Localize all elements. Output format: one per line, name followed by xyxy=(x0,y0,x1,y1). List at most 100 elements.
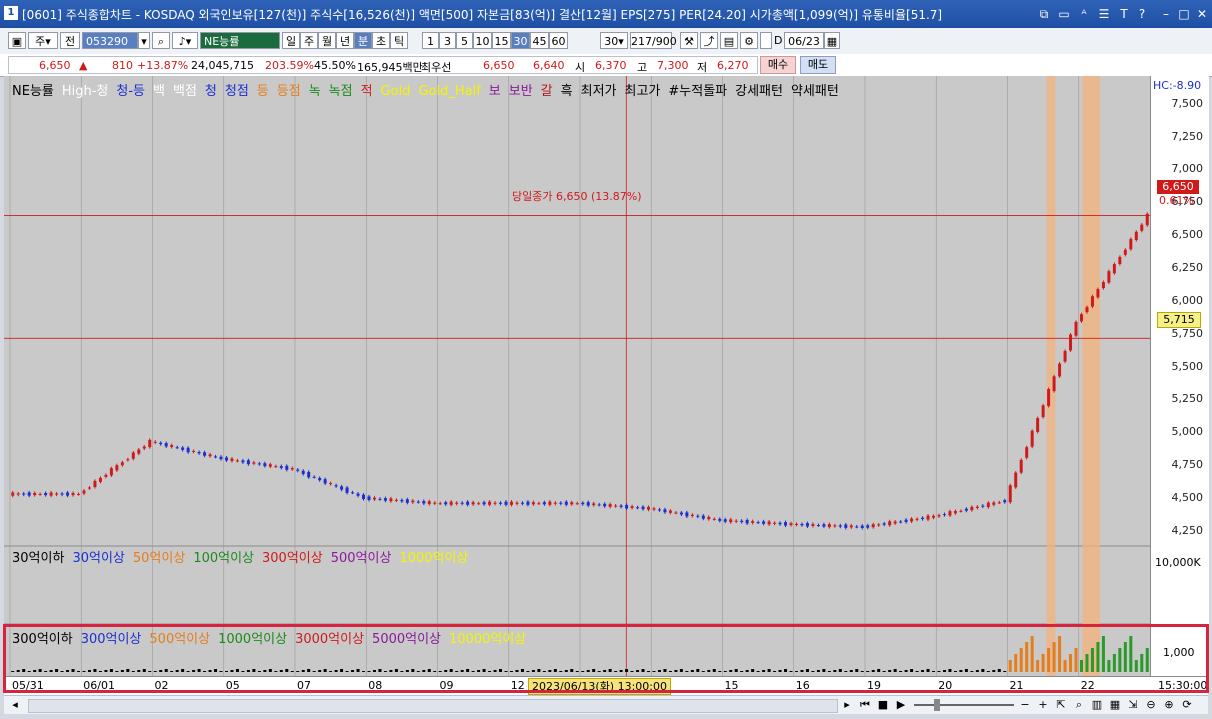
code-dropdown-icon[interactable]: ▾ xyxy=(138,32,150,49)
time-tick-label: 15 xyxy=(724,679,739,692)
scroll-right-icon[interactable]: ▸ xyxy=(840,698,854,712)
volume-bar xyxy=(77,671,81,672)
date-input[interactable]: 06/23 xyxy=(784,32,824,49)
candle-body xyxy=(647,506,651,510)
candle-body xyxy=(131,452,135,459)
minute-button[interactable]: 5 xyxy=(456,32,473,49)
chart-scrollbar[interactable]: ◂ ▸ ⏮ ■ ▶ − + ⇱ ⌕ ▥ ▦ ⇲ ⊖ ⊕ ⟳ xyxy=(4,695,1208,714)
volume-bar xyxy=(460,670,464,672)
plus-icon[interactable]: ⊕ xyxy=(1162,698,1176,712)
help-icon[interactable]: ? xyxy=(1134,6,1150,22)
interval-input[interactable]: 30▾ xyxy=(600,32,628,49)
candle-body xyxy=(553,502,557,504)
legend-item: 등 xyxy=(256,84,269,99)
candle-body xyxy=(926,515,930,520)
candle-body xyxy=(455,502,459,504)
date-checkbox[interactable] xyxy=(760,32,772,49)
volume-bar xyxy=(1047,648,1051,672)
candle-body xyxy=(1074,321,1078,336)
screen-icon[interactable]: ☰ xyxy=(1096,6,1112,22)
candle-body xyxy=(126,459,130,461)
volume-bar xyxy=(115,671,119,672)
zoom-in-icon[interactable]: + xyxy=(1036,698,1050,712)
settings-icon[interactable]: ⚙ xyxy=(740,32,758,49)
candle-body xyxy=(93,480,97,488)
minute-button[interactable]: 1 xyxy=(422,32,439,49)
minute-button[interactable]: 60 xyxy=(549,32,568,49)
price-tick-label: 7,000 xyxy=(1171,162,1204,176)
zoom-out-icon[interactable]: − xyxy=(1018,698,1032,712)
play-icon[interactable]: ▶ xyxy=(894,698,908,712)
volume-bar xyxy=(520,669,524,672)
link-icon[interactable]: ⧉ xyxy=(1036,6,1052,22)
candle-body xyxy=(756,522,760,524)
minus-icon[interactable]: ⊖ xyxy=(1144,698,1158,712)
candle-body xyxy=(438,503,442,505)
magnifier-icon[interactable]: ⌕ xyxy=(1072,698,1086,712)
layout-icon[interactable]: ▣ xyxy=(8,32,26,49)
period-button-active[interactable]: 분 xyxy=(354,32,372,49)
rewind-icon[interactable]: ⏮ xyxy=(858,698,872,712)
period-button[interactable]: 주 xyxy=(300,32,318,49)
period-button[interactable]: 초 xyxy=(372,32,390,49)
volume-bar xyxy=(16,670,20,672)
fit-icon[interactable]: ⇱ xyxy=(1054,698,1068,712)
close-icon[interactable]: ✕ xyxy=(1194,6,1210,22)
minute-button[interactable]: 45 xyxy=(530,32,549,49)
volume-bar xyxy=(575,671,579,672)
zoom-slider-thumb[interactable] xyxy=(934,699,940,711)
period-button[interactable]: 월 xyxy=(318,32,336,49)
scroll-left-icon[interactable]: ◂ xyxy=(8,698,22,712)
count-input[interactable]: 217/900 xyxy=(630,32,677,49)
minimize-icon[interactable]: – xyxy=(1158,6,1174,22)
minute-button-active[interactable]: 30 xyxy=(511,32,530,49)
range-button[interactable]: 전 xyxy=(60,32,80,49)
volume-bar xyxy=(493,670,497,672)
legend-item: #누적돌파 xyxy=(668,84,728,99)
chart-type-icon[interactable]: ⤴ xyxy=(700,32,718,49)
candle-body xyxy=(137,449,141,454)
period-button[interactable]: 틱 xyxy=(390,32,408,49)
volume-bar xyxy=(526,671,530,672)
minute-button[interactable]: 3 xyxy=(439,32,456,49)
indicator-select[interactable]: NE능률 xyxy=(200,32,280,49)
volume-bar xyxy=(175,670,179,672)
volume-bar xyxy=(904,670,908,672)
volume-bar xyxy=(816,670,820,672)
minute-button[interactable]: 15 xyxy=(492,32,511,49)
save-icon[interactable]: ▤ xyxy=(720,32,738,49)
buy-button[interactable]: 매수 xyxy=(760,56,796,74)
minute-button[interactable]: 10 xyxy=(473,32,492,49)
volume-bar xyxy=(964,669,968,672)
search-icon[interactable]: ⌕ xyxy=(152,32,170,49)
stop-icon[interactable]: ■ xyxy=(876,698,890,712)
candle-body xyxy=(1129,238,1133,250)
calendar-icon[interactable]: ▦ xyxy=(824,32,840,49)
volume-bar xyxy=(1041,654,1045,672)
type-select[interactable]: 주▾ xyxy=(28,32,58,49)
sell-button[interactable]: 매도 xyxy=(800,56,836,74)
text-icon[interactable]: T xyxy=(1116,6,1132,22)
sound-icon[interactable]: ♪▾ xyxy=(172,32,198,49)
tool-icon[interactable]: ⚒ xyxy=(680,32,698,49)
window-list-icon[interactable]: ▭ xyxy=(1056,6,1072,22)
candle-body xyxy=(816,525,820,527)
stock-code-input[interactable]: 053290 xyxy=(82,32,138,49)
candle-body xyxy=(882,523,886,525)
font-size-icon[interactable]: ᴬ xyxy=(1076,6,1092,22)
volume-bar xyxy=(466,669,470,672)
candle-body xyxy=(729,519,733,523)
expand-icon[interactable]: ⇲ xyxy=(1126,698,1140,712)
period-button[interactable]: 일 xyxy=(282,32,300,49)
period-button[interactable]: 년 xyxy=(336,32,354,49)
chart-area[interactable]: NE능률 High-청 청-등 백 백점 청 청점 등 등점 녹 녹점 적 Gold Gold_Half 보… xyxy=(4,76,1150,676)
time-tick-label: 19 xyxy=(867,679,881,692)
scroll-track[interactable] xyxy=(28,699,838,713)
chart-icon[interactable]: ▥ xyxy=(1090,698,1104,712)
maximize-icon[interactable]: □ xyxy=(1176,6,1192,22)
grid-icon[interactable]: ▦ xyxy=(1108,698,1122,712)
refresh-icon[interactable]: ⟳ xyxy=(1180,698,1194,712)
candle-body xyxy=(460,502,464,504)
volume-bar xyxy=(455,671,459,672)
zoom-slider[interactable] xyxy=(914,698,1014,712)
